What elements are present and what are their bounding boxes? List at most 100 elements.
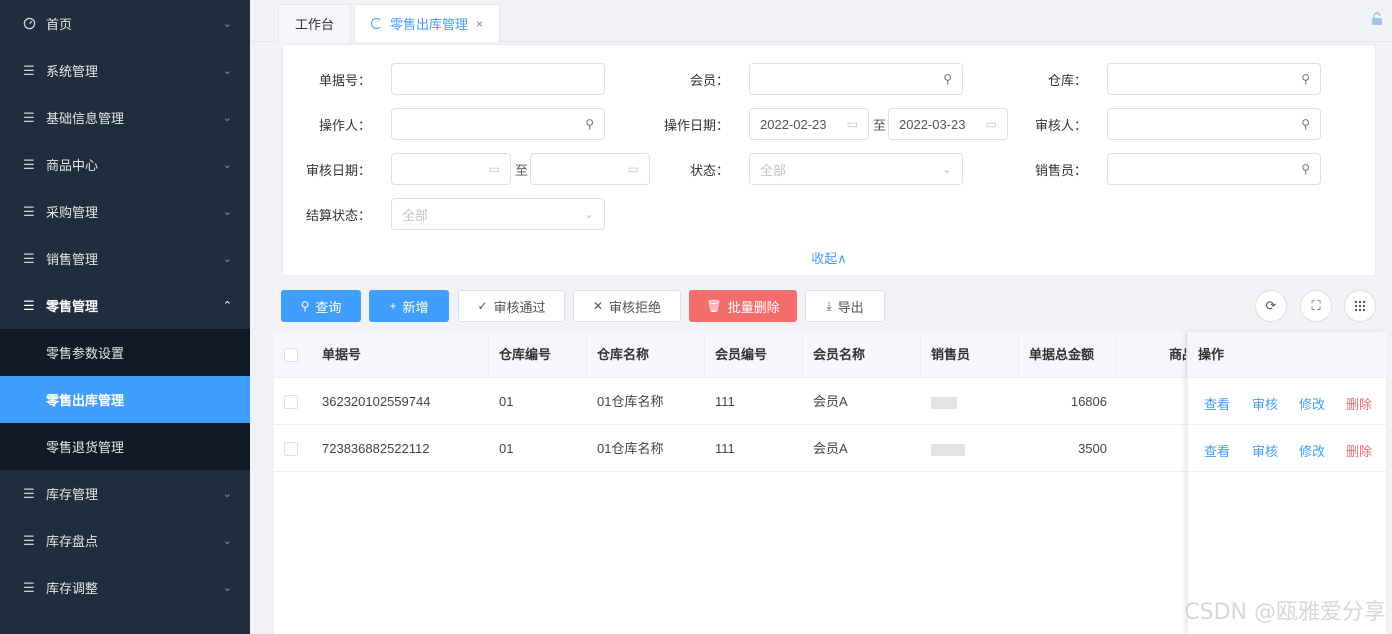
chevron-down-icon: ⌄	[222, 488, 232, 500]
menu-icon: ☰	[23, 156, 35, 172]
operator-input[interactable]: ⚲	[391, 108, 605, 140]
sidebar-item-purchase[interactable]: ☰ 采购管理 ⌄	[0, 188, 250, 235]
col-member-code[interactable]: 会员编号	[705, 332, 803, 378]
menu-icon: ☰	[23, 485, 35, 501]
sidebar-item-basic-info[interactable]: ☰ 基础信息管理 ⌄	[0, 94, 250, 141]
sidebar-item-label: 商品中心	[46, 158, 99, 173]
query-button-label: 查询	[315, 299, 342, 315]
cell-order-no: 723836882522112	[322, 441, 430, 456]
reject-button[interactable]: ✕ 审核拒绝	[573, 290, 681, 322]
edit-link[interactable]: 修改	[1299, 394, 1325, 413]
tab-label: 零售出库管理	[390, 17, 469, 32]
export-button-label: 导出	[837, 299, 864, 315]
search-icon[interactable]: ⚲	[1301, 72, 1310, 86]
tab-workbench[interactable]: 工作台	[278, 4, 352, 42]
settle-status-select[interactable]: 全部 ⌄	[391, 198, 605, 230]
search-icon[interactable]: ⚲	[943, 72, 952, 86]
collapse-link[interactable]: 收起∧	[283, 248, 1375, 267]
menu-icon: ☰	[23, 297, 35, 313]
menu-icon: ☰	[23, 250, 35, 266]
chevron-down-icon: ⌄	[222, 18, 232, 30]
sidebar-item-retail[interactable]: ☰ 零售管理 ⌃	[0, 282, 250, 329]
batch-delete-button-label: 批量删除	[727, 299, 780, 315]
approve-button[interactable]: ✓ 审核通过	[458, 290, 565, 322]
refresh-icon[interactable]: ⟳	[1255, 290, 1287, 322]
settle-placeholder: 全部	[402, 207, 429, 223]
fullscreen-icon[interactable]: ⛶	[1300, 290, 1332, 322]
col-salesman[interactable]: 销售员	[921, 332, 1019, 378]
calendar-icon: ▭	[846, 117, 858, 131]
select-all-checkbox[interactable]	[284, 348, 298, 362]
retail-submenu: 零售参数设置 零售出库管理 零售退货管理	[0, 329, 250, 470]
warehouse-input[interactable]: ⚲	[1107, 63, 1321, 95]
check-icon: ✓	[477, 299, 488, 313]
cell-wh-code: 01	[499, 441, 514, 456]
sidebar-subitem-retail-outbound[interactable]: 零售出库管理	[0, 376, 250, 423]
sidebar-item-stocktaking[interactable]: ☰ 库存盘点 ⌄	[0, 517, 250, 564]
approve-button-label: 审核通过	[493, 299, 546, 315]
lock-icon[interactable]	[1370, 12, 1384, 26]
cell-amount: 3500	[1078, 441, 1107, 456]
sidebar-subitem-retail-return[interactable]: 零售退货管理	[0, 423, 250, 470]
trash-icon: 🗑	[706, 299, 722, 313]
tab-retail-outbound[interactable]: 零售出库管理 ×	[354, 4, 501, 42]
row-checkbox[interactable]	[284, 442, 298, 456]
chevron-down-icon: ⌄	[222, 582, 232, 594]
audit-date-end[interactable]: ▭	[530, 153, 650, 185]
col-member-name[interactable]: 会员名称	[803, 332, 921, 378]
chevron-down-icon: ⌄	[222, 206, 232, 218]
sidebar-item-sales[interactable]: ☰ 销售管理 ⌄	[0, 235, 250, 282]
col-wh-name[interactable]: 仓库名称	[587, 332, 705, 378]
sidebar-item-system[interactable]: ☰ 系统管理 ⌄	[0, 47, 250, 94]
sidebar-item-product-center[interactable]: ☰ 商品中心 ⌄	[0, 141, 250, 188]
loading-icon	[371, 18, 382, 29]
op-date-end[interactable]: 2022-03-23 ▭	[888, 108, 1008, 140]
sidebar-item-label: 库存调整	[46, 581, 99, 596]
audit-date-label: 审核日期：	[305, 163, 371, 178]
chevron-down-icon: ⌄	[222, 112, 232, 124]
columns-grid-icon[interactable]	[1344, 290, 1376, 322]
status-select[interactable]: 全部 ⌄	[749, 153, 963, 185]
view-link[interactable]: 查看	[1204, 441, 1230, 460]
watermark: CSDN @瓯雅爱分享	[1184, 600, 1386, 625]
audit-link[interactable]: 审核	[1252, 441, 1278, 460]
member-input[interactable]: ⚲	[749, 63, 963, 95]
audit-link[interactable]: 审核	[1252, 394, 1278, 413]
search-icon[interactable]: ⚲	[585, 117, 594, 131]
search-icon[interactable]: ⚲	[1301, 117, 1310, 131]
menu-icon: ☰	[23, 579, 35, 595]
data-table: 单据号 仓库编号 仓库名称 会员编号 会员名称 销售员 单据总金额 商品 362…	[274, 332, 1387, 634]
close-icon: ✕	[592, 299, 604, 313]
row-checkbox[interactable]	[284, 395, 298, 409]
batch-delete-button[interactable]: 🗑 批量删除	[689, 290, 797, 322]
export-button[interactable]: ⤓ 导出	[805, 290, 885, 322]
chevron-down-icon: ⌄	[222, 535, 232, 547]
sidebar-item-home[interactable]: 首页 ⌄	[0, 0, 250, 47]
redacted-block	[931, 396, 957, 409]
search-icon: ⚲	[300, 299, 310, 313]
order-no-input[interactable]	[391, 63, 605, 95]
auditor-input[interactable]: ⚲	[1107, 108, 1321, 140]
sidebar-subitem-retail-params[interactable]: 零售参数设置	[0, 329, 250, 376]
sidebar-item-inventory[interactable]: ☰ 库存管理 ⌄	[0, 470, 250, 517]
op-date-start[interactable]: 2022-02-23 ▭	[749, 108, 869, 140]
query-button[interactable]: ⚲ 查询	[281, 290, 361, 322]
close-icon[interactable]: ×	[476, 17, 483, 31]
cell-wh-code: 01	[499, 394, 514, 409]
auditor-label: 审核人：	[1034, 118, 1087, 133]
sidebar-item-stock-adjust[interactable]: ☰ 库存调整 ⌄	[0, 564, 250, 611]
col-order-no[interactable]: 单据号	[312, 332, 489, 378]
audit-date-start[interactable]: ▭	[391, 153, 511, 185]
delete-link[interactable]: 删除	[1346, 441, 1372, 460]
edit-link[interactable]: 修改	[1299, 441, 1325, 460]
col-amount[interactable]: 单据总金额	[1019, 332, 1117, 378]
salesman-input[interactable]: ⚲	[1107, 153, 1321, 185]
view-link[interactable]: 查看	[1204, 394, 1230, 413]
col-wh-code[interactable]: 仓库编号	[489, 332, 587, 378]
order-no-label: 单据号：	[318, 73, 371, 88]
chevron-down-icon: ⌄	[222, 253, 232, 265]
col-goods[interactable]: 商品	[1117, 332, 1187, 378]
search-icon[interactable]: ⚲	[1301, 162, 1310, 176]
add-button[interactable]: + 新增	[369, 290, 449, 322]
delete-link[interactable]: 删除	[1346, 394, 1372, 413]
